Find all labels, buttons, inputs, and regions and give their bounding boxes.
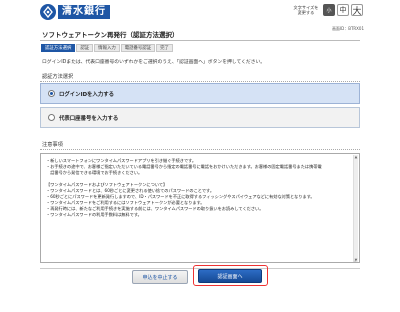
step-phone-auth: 電話番号認証: [120, 44, 156, 52]
step-method-select: 認証方法選択: [41, 44, 76, 52]
bank-emblem-icon: [40, 3, 56, 20]
option-login-id[interactable]: ログインIDを入力する: [40, 83, 360, 104]
notice-textarea[interactable]: ・新しいスマートフォンにワンタイムパスワードアプリを引き継ぐ手続きです。 ・お手…: [40, 153, 360, 263]
step-auth: 認証: [76, 44, 94, 52]
notice-section-divider: [40, 149, 360, 150]
font-size-switcher: 文字サイズを 変更する 小 中 大: [293, 4, 363, 17]
header: 清水銀行 文字サイズを 変更する 小 中 大: [0, 0, 400, 24]
instruction-text: ログインIDまたは、代表口座番号のいずれかをご選択のうえ、「認証画面へ」ボタンを…: [42, 60, 266, 65]
font-size-small-button[interactable]: 小: [323, 4, 335, 16]
bank-name: 清水銀行: [58, 4, 110, 19]
option-account-number[interactable]: 代表口座番号を入力する: [40, 107, 360, 128]
page-title: ソフトウェアトークン再発行（認証方法選択）: [40, 31, 360, 41]
radio-account-number[interactable]: [48, 114, 55, 121]
scroll-up-arrow-icon[interactable]: ▲: [354, 155, 358, 160]
step-complete: 完了: [156, 44, 173, 52]
method-section-divider: [40, 81, 360, 82]
font-size-label: 文字サイズを 変更する: [293, 5, 319, 15]
method-section-label: 認証方法選択: [42, 74, 74, 80]
font-size-large-button[interactable]: 大: [351, 4, 363, 17]
cancel-application-button[interactable]: 申込を中止する: [132, 270, 188, 284]
step-indicator: 認証方法選択 認証 情報入力 電話番号認証 完了: [41, 44, 174, 52]
notice-section-label: 注意事項: [42, 142, 63, 148]
radio-login-id[interactable]: [48, 90, 55, 97]
resize-grip-icon[interactable]: ◢: [354, 257, 358, 262]
font-size-medium-button[interactable]: 中: [337, 4, 349, 16]
go-to-auth-button[interactable]: 認証画面へ: [198, 269, 262, 283]
option-account-number-label: 代表口座番号を入力する: [59, 115, 119, 122]
option-login-id-label: ログインIDを入力する: [59, 91, 114, 98]
notice-scrollbar[interactable]: ▲ ▼: [353, 155, 358, 262]
radio-selected-dot: [50, 92, 53, 95]
notice-line: ・ワンタイムパスワードの利用手数料は無料です。: [46, 212, 142, 217]
step-info-input: 情報入力: [94, 44, 120, 52]
bank-logo[interactable]: 清水銀行: [40, 3, 110, 20]
